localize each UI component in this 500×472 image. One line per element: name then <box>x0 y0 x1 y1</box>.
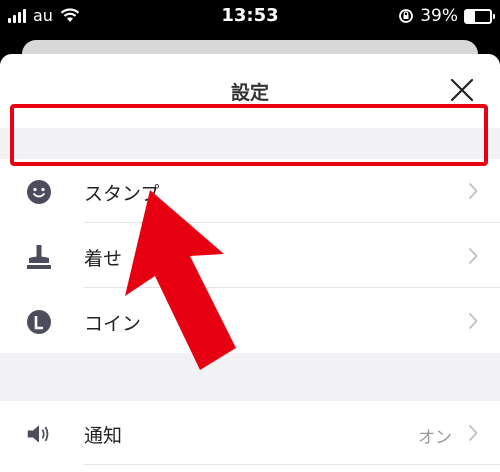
pointer-arrow <box>125 190 236 370</box>
